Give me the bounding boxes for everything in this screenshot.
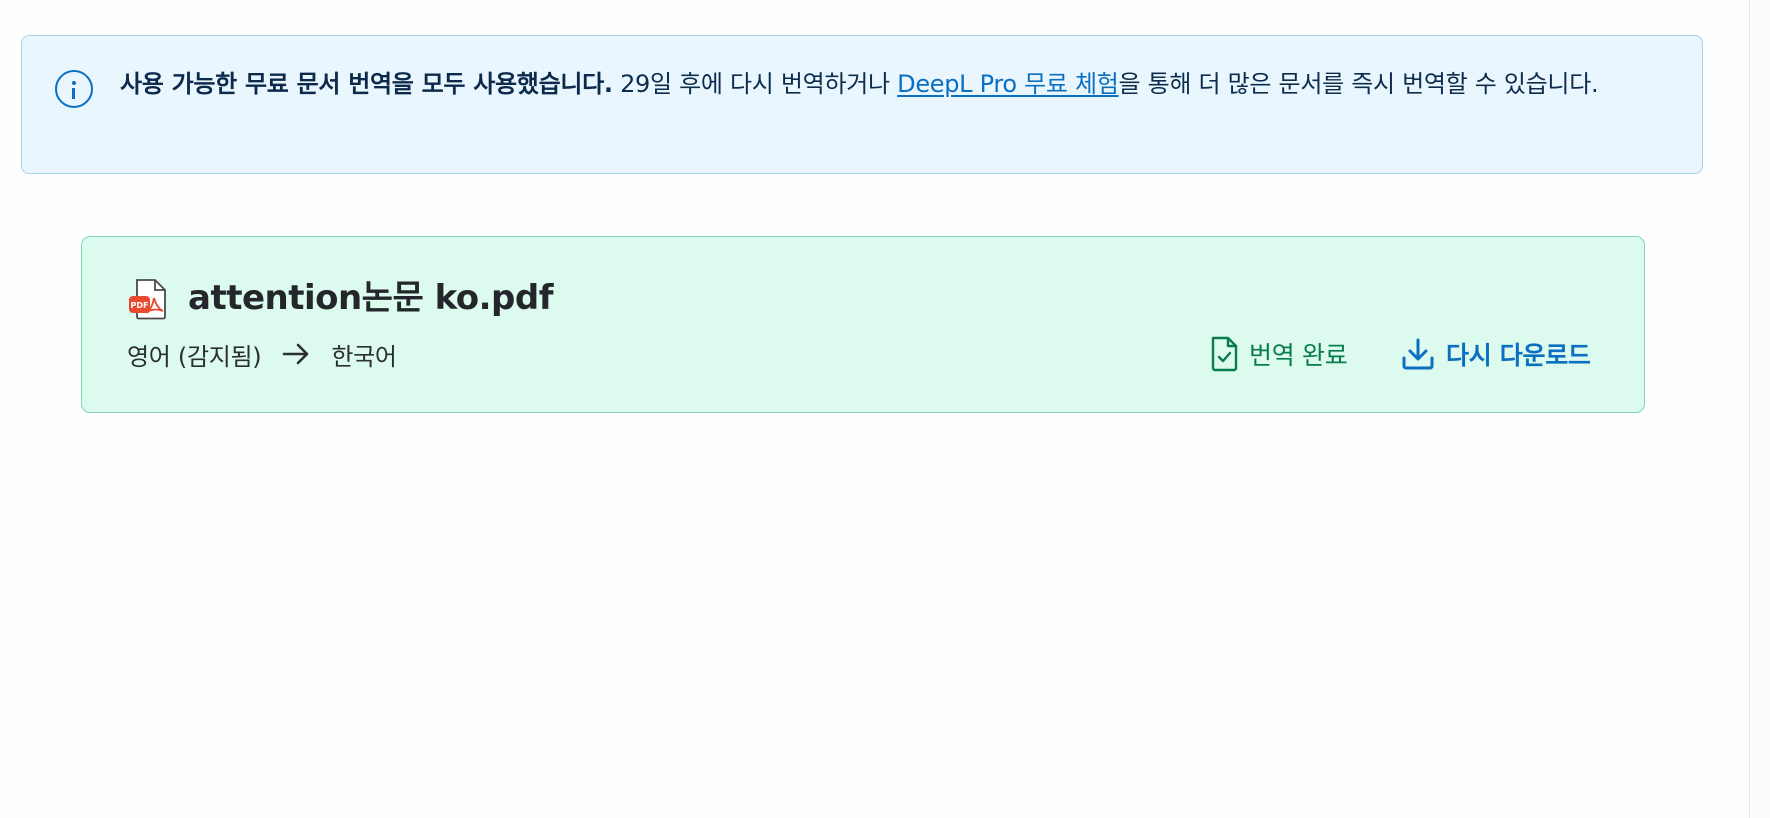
download-label: 다시 다운로드 <box>1446 341 1591 370</box>
banner-message: 사용 가능한 무료 문서 번역을 모두 사용했습니다. 29일 후에 다시 번역… <box>120 64 1665 105</box>
download-again-button[interactable]: 다시 다운로드 <box>1400 336 1591 372</box>
status-label: 번역 완료 <box>1249 341 1348 370</box>
translated-document-card: PDF attention논문 ko.pdf 영어 (감지됨) 한국어 번역 완… <box>81 236 1645 413</box>
source-language: 영어 (감지됨) <box>127 342 262 371</box>
pdf-file-icon: PDF <box>129 279 166 320</box>
scrollbar-track[interactable] <box>1749 0 1770 818</box>
deepl-pro-trial-link[interactable]: DeepL Pro 무료 체험 <box>897 70 1119 98</box>
free-translation-limit-banner: 사용 가능한 무료 문서 번역을 모두 사용했습니다. 29일 후에 다시 번역… <box>21 35 1703 174</box>
document-file-name: attention논문 ko.pdf <box>188 278 554 318</box>
download-icon <box>1402 338 1434 370</box>
language-pair: 영어 (감지됨) 한국어 <box>127 336 397 372</box>
page: 사용 가능한 무료 문서 번역을 모두 사용했습니다. 29일 후에 다시 번역… <box>0 0 1770 818</box>
banner-text-after-link: 을 통해 더 많은 문서를 즉시 번역할 수 있습니다. <box>1118 70 1599 98</box>
banner-strong-text: 사용 가능한 무료 문서 번역을 모두 사용했습니다. <box>120 70 613 98</box>
pdf-badge-text: PDF <box>131 301 149 310</box>
arrow-right-icon <box>283 343 309 365</box>
info-icon <box>55 70 93 108</box>
target-language: 한국어 <box>331 342 397 371</box>
document-check-icon <box>1211 336 1238 372</box>
translation-status: 번역 완료 <box>1209 336 1348 372</box>
banner-text-before-link: 29일 후에 다시 번역하거나 <box>612 70 898 98</box>
